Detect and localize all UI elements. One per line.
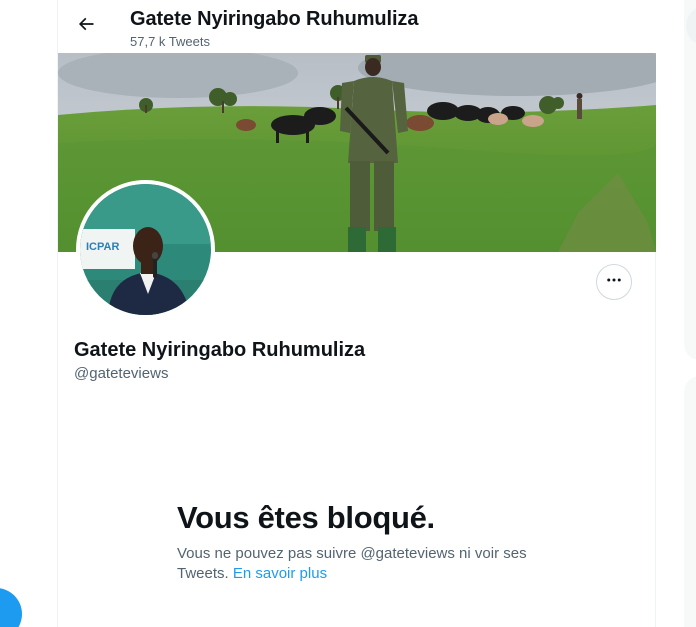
blocked-message: Vous ne pouvez pas suivre @gateteviews n… — [177, 544, 547, 584]
profile-column: Gatete Nyiringabo Ruhumuliza 57,7 k Twee… — [57, 0, 656, 627]
header-title: Gatete Nyiringabo Ruhumuliza — [130, 8, 419, 30]
blocked-message-text: Vous ne pouvez pas suivre @gateteviews n… — [177, 545, 527, 582]
sidebar-trends-card — [684, 0, 696, 360]
profile-handle: @gateteviews — [74, 365, 169, 382]
more-button[interactable] — [596, 264, 632, 300]
sidebar-who-to-follow-card — [684, 376, 696, 627]
arrow-left-icon — [76, 14, 96, 39]
page: Gatete Nyiringabo Ruhumuliza 57,7 k Twee… — [0, 0, 696, 627]
learn-more-link[interactable]: En savoir plus — [233, 565, 327, 582]
back-button[interactable] — [69, 9, 103, 43]
profile-avatar[interactable]: ICPAR — [76, 180, 215, 319]
tweet-count: 57,7 k Tweets — [130, 34, 210, 49]
blocked-title: Vous êtes bloqué. — [177, 500, 435, 535]
profile-header: Gatete Nyiringabo Ruhumuliza 57,7 k Twee… — [58, 0, 656, 53]
avatar-sign-text: ICPAR — [86, 241, 119, 253]
compose-tweet-button[interactable] — [0, 588, 22, 627]
more-horizontal-icon — [605, 271, 623, 294]
profile-name: Gatete Nyiringabo Ruhumuliza — [74, 339, 366, 361]
